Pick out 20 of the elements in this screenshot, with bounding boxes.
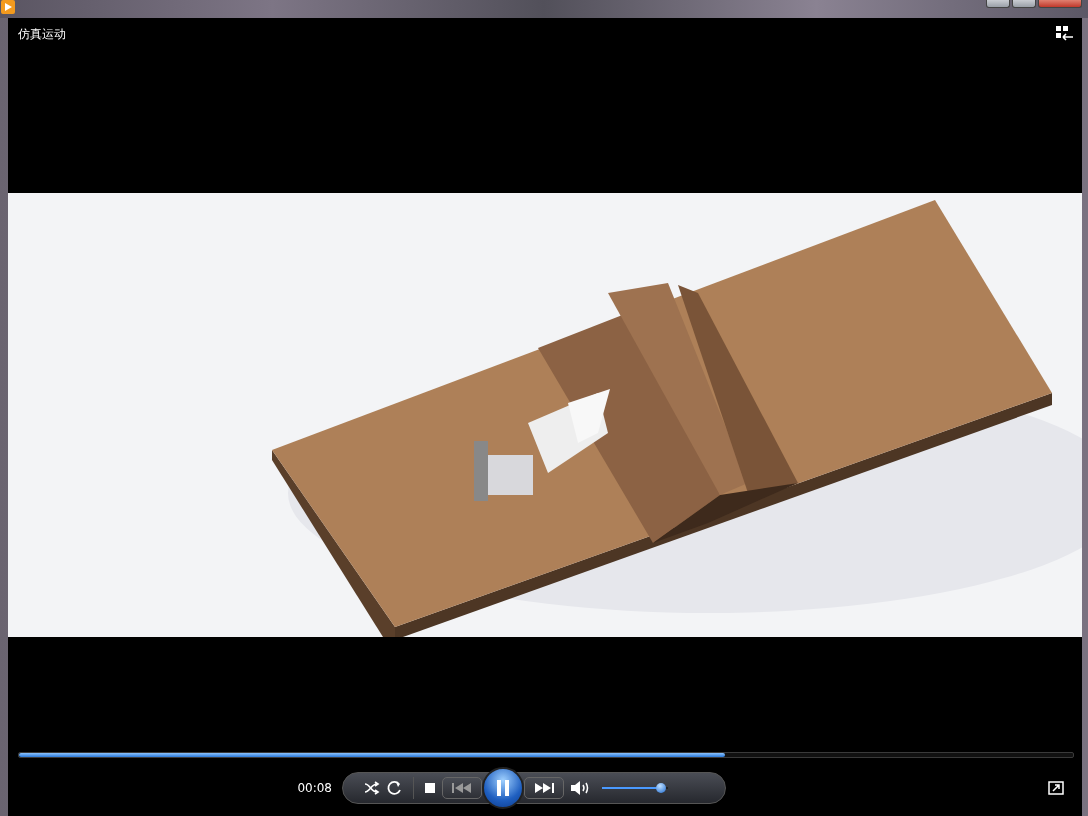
app-icon bbox=[1, 0, 15, 14]
pause-button[interactable] bbox=[482, 767, 524, 809]
shuffle-button[interactable] bbox=[363, 780, 381, 796]
minimize-button[interactable] bbox=[986, 0, 1010, 8]
previous-icon bbox=[450, 782, 474, 794]
fullscreen-icon[interactable] bbox=[1048, 781, 1064, 795]
volume-icon[interactable] bbox=[570, 780, 590, 796]
seek-bar[interactable] bbox=[18, 752, 1074, 758]
maximize-button[interactable] bbox=[1012, 0, 1036, 8]
window-title: 仿真运动 bbox=[18, 26, 66, 43]
switch-view-icon[interactable] bbox=[1056, 26, 1074, 42]
close-button[interactable] bbox=[1038, 0, 1082, 8]
stop-button[interactable] bbox=[424, 782, 436, 794]
volume-slider[interactable] bbox=[602, 783, 668, 793]
next-button[interactable] bbox=[524, 777, 564, 799]
next-icon bbox=[532, 782, 556, 794]
repeat-button[interactable] bbox=[387, 780, 403, 796]
pause-icon bbox=[494, 778, 512, 798]
elapsed-time: 00:08 bbox=[296, 781, 333, 795]
previous-button[interactable] bbox=[442, 777, 482, 799]
